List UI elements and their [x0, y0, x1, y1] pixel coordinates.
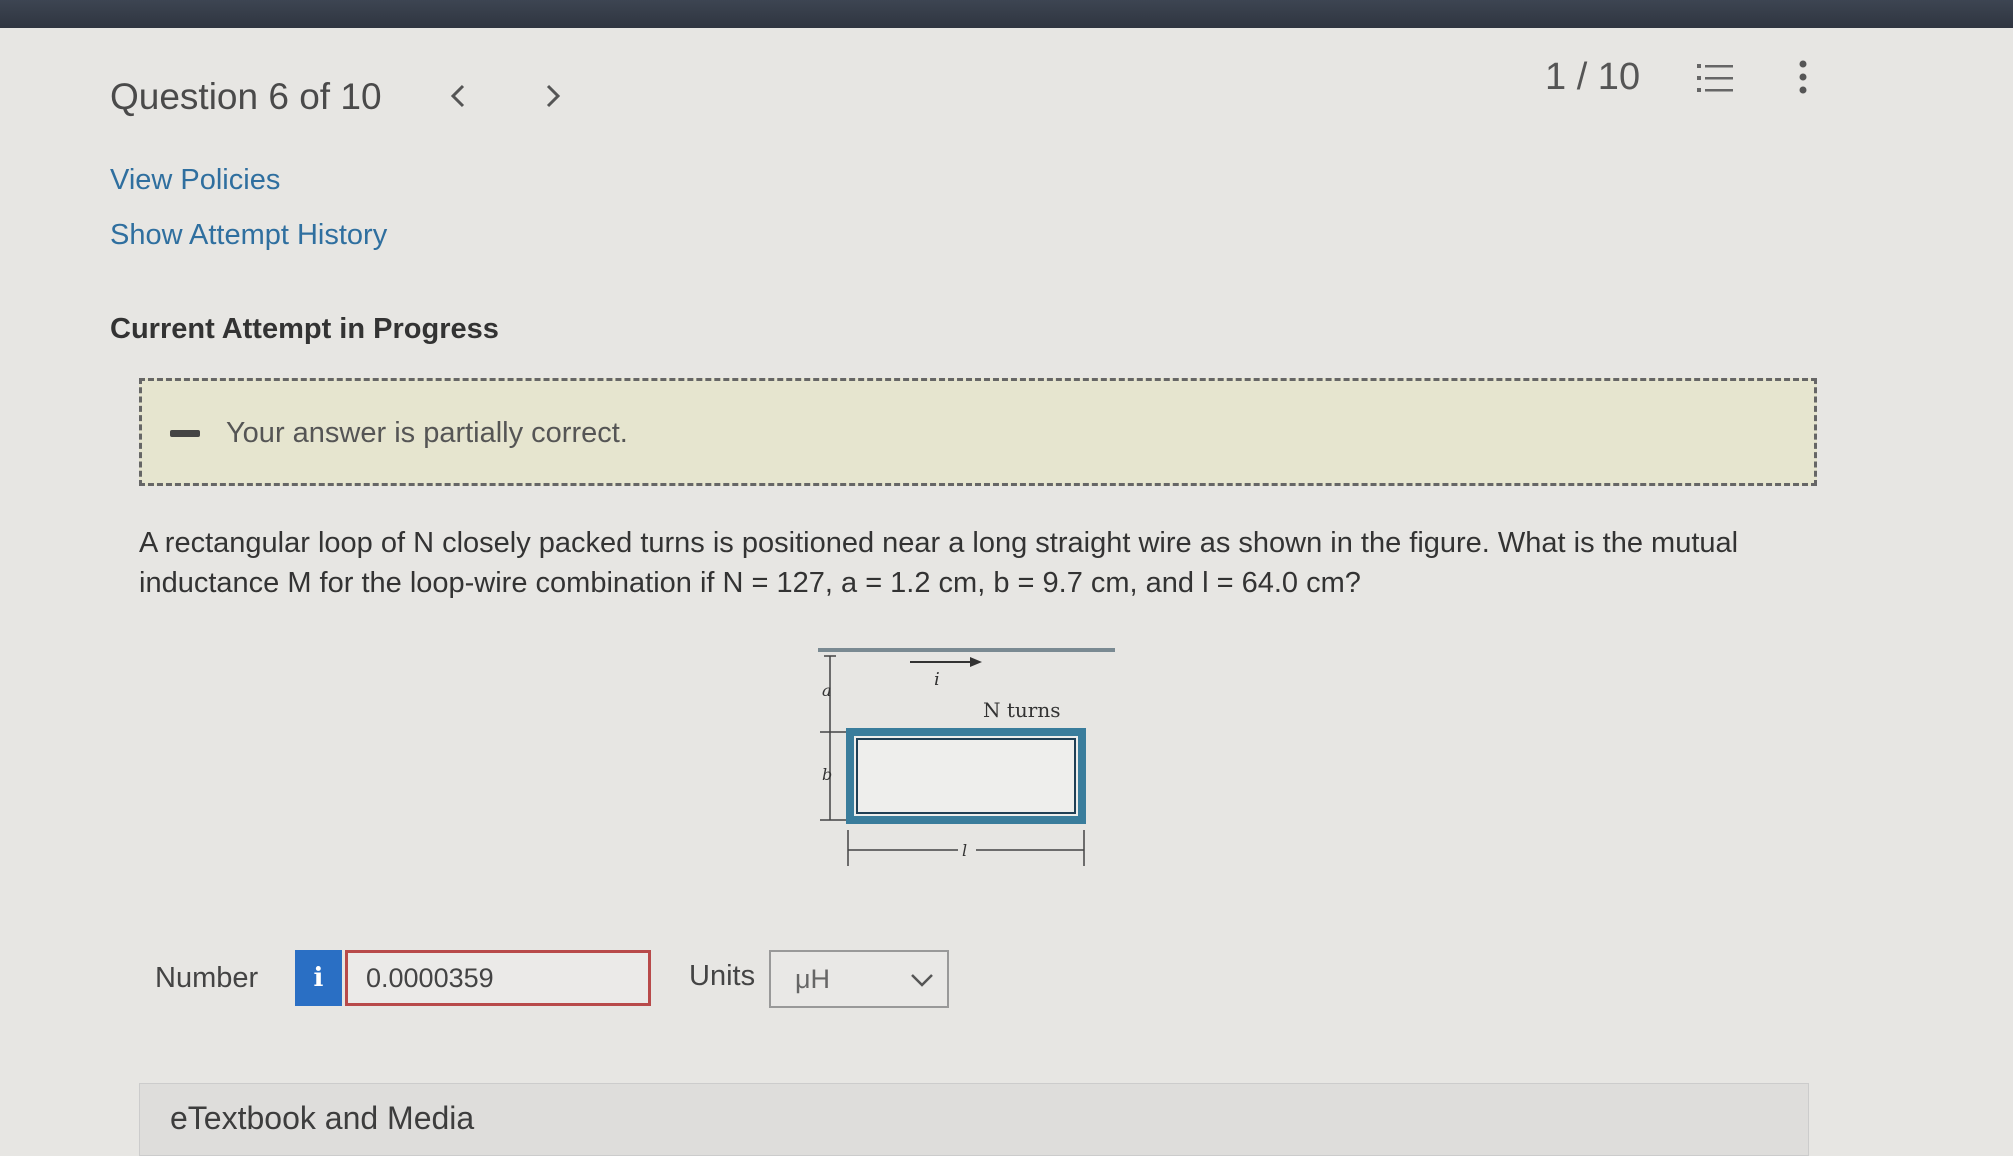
question-list-button[interactable]: [1695, 60, 1735, 101]
next-question-button[interactable]: [540, 78, 564, 123]
chevron-left-icon: [450, 84, 465, 108]
question-figure: i N turns a b l: [810, 640, 1130, 885]
units-label: Units: [689, 960, 756, 992]
show-attempt-history-link[interactable]: Show Attempt History: [110, 219, 387, 252]
question-text: A rectangular loop of N closely packed t…: [139, 527, 1739, 599]
current-label: i: [934, 669, 940, 690]
question-links: View Policies Show Attempt History: [110, 164, 387, 274]
info-button[interactable]: i: [295, 950, 342, 1006]
more-vertical-icon: [1799, 60, 1807, 94]
b-label: b: [822, 765, 832, 784]
etextbook-media-label: eTextbook and Media: [170, 1100, 475, 1136]
list-icon: [1697, 64, 1733, 92]
chevron-right-icon: [546, 84, 561, 108]
score-display: 1 / 10: [1545, 56, 1641, 98]
chevron-down-icon: [911, 974, 933, 987]
number-label: Number: [155, 962, 259, 994]
units-select[interactable]: μH: [769, 950, 949, 1008]
minus-icon: [170, 430, 200, 437]
prev-question-button[interactable]: [447, 78, 471, 123]
question-title: Question 6 of 10: [110, 76, 382, 117]
view-policies-link[interactable]: View Policies: [110, 164, 387, 197]
attempt-heading: Current Attempt in Progress: [110, 313, 499, 345]
l-label: l: [962, 841, 967, 860]
turns-label: N turns: [983, 698, 1060, 722]
a-label: a: [822, 681, 832, 700]
top-bar: [0, 0, 2013, 28]
more-options-button[interactable]: [1795, 58, 1811, 103]
current-arrow-head: [970, 657, 982, 667]
units-selected-value: μH: [795, 964, 831, 994]
rectangular-loop: [846, 728, 1086, 824]
number-input[interactable]: [345, 950, 651, 1006]
answer-row: Number i Units μH: [155, 948, 1055, 1008]
feedback-banner: Your answer is partially correct.: [139, 378, 1817, 486]
feedback-message: Your answer is partially correct.: [226, 417, 628, 449]
etextbook-media-section[interactable]: eTextbook and Media: [139, 1083, 1809, 1156]
loop-wire-diagram: i N turns a b l: [818, 648, 1115, 866]
question-header: Question 6 of 10 1 / 10: [0, 28, 2013, 158]
